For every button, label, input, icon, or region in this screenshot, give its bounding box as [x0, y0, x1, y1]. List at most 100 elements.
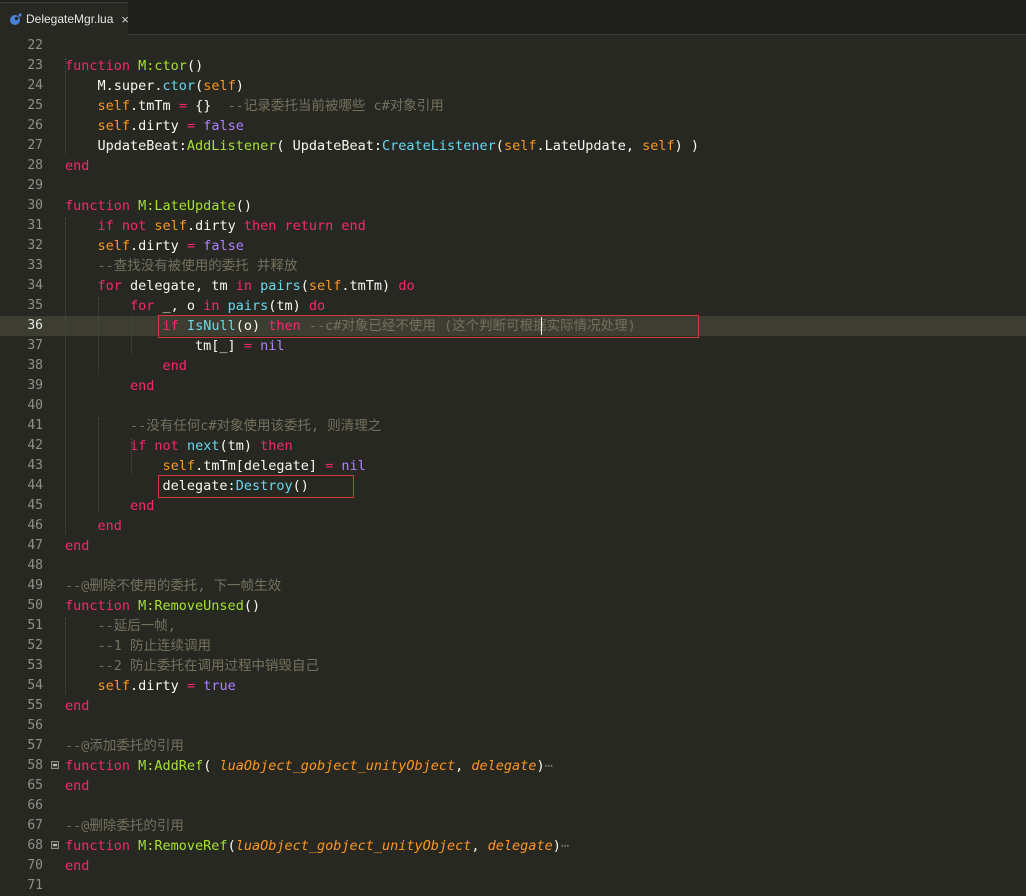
code-line[interactable]: 23 function M:ctor()	[0, 56, 1026, 76]
code-line[interactable]: 56	[0, 716, 1026, 736]
line-number: 53	[27, 658, 43, 673]
indent-guide	[65, 218, 67, 534]
code-line[interactable]: 37 tm[_] = nil	[0, 336, 1026, 356]
code-line[interactable]: 43 self.tmTm[delegate] = nil	[0, 456, 1026, 476]
code-line[interactable]: 55 end	[0, 696, 1026, 716]
code-text: end	[65, 516, 122, 536]
code-line[interactable]: 35 for _, o in pairs(tm) do	[0, 296, 1026, 316]
tab-delegatemgr[interactable]: DelegateMgr.lua ×	[0, 2, 129, 35]
code-line[interactable]: 26 self.dirty = false	[0, 116, 1026, 136]
line-number: 51	[27, 618, 43, 633]
code-token: _, o	[154, 298, 204, 314]
code-line[interactable]: 32 self.dirty = false	[0, 236, 1026, 256]
code-token: for	[130, 298, 155, 314]
code-token: self	[642, 138, 675, 154]
code-line[interactable]: 40	[0, 396, 1026, 416]
code-text: --查找没有被使用的委托 并释放	[65, 256, 298, 276]
code-line[interactable]: 31 if not self.dirty then return end	[0, 216, 1026, 236]
code-line[interactable]: 50 function M:RemoveUnsed()	[0, 596, 1026, 616]
code-text: M.super.ctor(self)	[65, 76, 244, 96]
code-line[interactable]: 47 end	[0, 536, 1026, 556]
code-token: =	[186, 238, 196, 254]
code-token: --2 防止委托在调用过程中销毁自己	[97, 658, 320, 674]
code-token: M:AddRef	[138, 758, 204, 774]
code-text: function M:RemoveRef(luaObject_gobject_u…	[65, 836, 569, 856]
code-line[interactable]: 42 if not next(tm) then	[0, 436, 1026, 456]
code-line[interactable]: 39 end	[0, 376, 1026, 396]
code-line[interactable]: 38 end	[0, 356, 1026, 376]
code-line[interactable]: 57 --@添加委托的引用	[0, 736, 1026, 756]
code-line[interactable]: 71	[0, 876, 1026, 896]
code-line[interactable]: 33 --查找没有被使用的委托 并释放	[0, 256, 1026, 276]
code-text: --@删除委托的引用	[65, 816, 184, 836]
code-line[interactable]: 58 function M:AddRef( luaObject_gobject_u…	[0, 756, 1026, 776]
code-line[interactable]: 27 UpdateBeat:AddListener( UpdateBeat:Cr…	[0, 136, 1026, 156]
line-number: 65	[27, 778, 43, 793]
fold-toggle-icon[interactable]	[51, 761, 59, 769]
code-line[interactable]: 46 end	[0, 516, 1026, 536]
code-token: ()	[186, 58, 204, 74]
close-icon[interactable]: ×	[121, 12, 129, 27]
code-token: false	[203, 238, 244, 254]
line-number: 25	[27, 98, 43, 113]
line-number: 43	[27, 458, 43, 473]
code-token: ,	[455, 758, 472, 774]
code-line[interactable]: 28 end	[0, 156, 1026, 176]
code-token: .dirty	[130, 238, 187, 254]
code-token: --没有任何c#对象使用该委托, 则清理之	[130, 418, 382, 434]
code-line[interactable]: 51 --延后一帧,	[0, 616, 1026, 636]
code-line[interactable]: 24 M.super.ctor(self)	[0, 76, 1026, 96]
code-line[interactable]: 66	[0, 796, 1026, 816]
code-line[interactable]: 29	[0, 176, 1026, 196]
code-token: .tmTm)	[341, 278, 399, 294]
code-text: end	[65, 376, 154, 396]
line-number: 37	[27, 338, 43, 353]
code-text: function M:LateUpdate()	[65, 196, 252, 216]
code-line[interactable]: 67 --@删除委托的引用	[0, 816, 1026, 836]
code-line[interactable]: 68 function M:RemoveRef(luaObject_gobject…	[0, 836, 1026, 856]
code-line[interactable]: 49 --@删除不使用的委托, 下一帧生效	[0, 576, 1026, 596]
code-line[interactable]: 48	[0, 556, 1026, 576]
code-token: --@删除不使用的委托, 下一帧生效	[65, 578, 282, 594]
code-line[interactable]: 52 --1 防止连续调用	[0, 636, 1026, 656]
code-line[interactable]: 44 delegate:Destroy()	[0, 476, 1026, 496]
code-line[interactable]: 22	[0, 36, 1026, 56]
code-token: --@添加委托的引用	[65, 738, 184, 754]
code-editor[interactable]: 22 23 function M:ctor() 24 M.super.ctor(sel…	[0, 36, 1026, 893]
code-text: end	[65, 696, 89, 716]
code-line[interactable]: 41 --没有任何c#对象使用该委托, 则清理之	[0, 416, 1026, 436]
code-line[interactable]: 54 self.dirty = true	[0, 676, 1026, 696]
code-token: then	[260, 438, 293, 454]
code-line[interactable]: 70 end	[0, 856, 1026, 876]
code-token: true	[203, 678, 236, 694]
code-token: --@删除委托的引用	[65, 818, 184, 834]
code-line[interactable]: 65 end	[0, 776, 1026, 796]
code-token: self	[308, 278, 342, 294]
code-token: if not	[130, 438, 187, 454]
code-line[interactable]: 34 for delegate, tm in pairs(self.tmTm) …	[0, 276, 1026, 296]
line-number: 31	[27, 218, 43, 233]
fold-toggle-icon[interactable]	[51, 841, 59, 849]
code-token: ctor	[162, 78, 196, 94]
code-line[interactable]: 45 end	[0, 496, 1026, 516]
code-token: end	[65, 158, 90, 174]
code-token: false	[203, 118, 244, 134]
line-number: 23	[27, 58, 43, 73]
code-text: end	[65, 496, 154, 516]
code-text: end	[65, 356, 187, 376]
code-line[interactable]: 30 function M:LateUpdate()	[0, 196, 1026, 216]
code-text: function M:RemoveUnsed()	[65, 596, 260, 616]
line-number: 22	[27, 38, 43, 53]
code-text: end	[65, 156, 89, 176]
code-token: (	[195, 78, 204, 94]
code-token: .tmTm	[130, 98, 179, 114]
code-line[interactable]: 25 self.tmTm = {} --记录委托当前被哪些 c#对象引用	[0, 96, 1026, 116]
code-line[interactable]: 53 --2 防止委托在调用过程中销毁自己	[0, 656, 1026, 676]
code-token: --记录委托当前被哪些 c#对象引用	[227, 98, 444, 114]
line-number: 28	[27, 158, 43, 173]
code-token: delegate	[487, 838, 553, 854]
code-token: .dirty	[130, 678, 187, 694]
